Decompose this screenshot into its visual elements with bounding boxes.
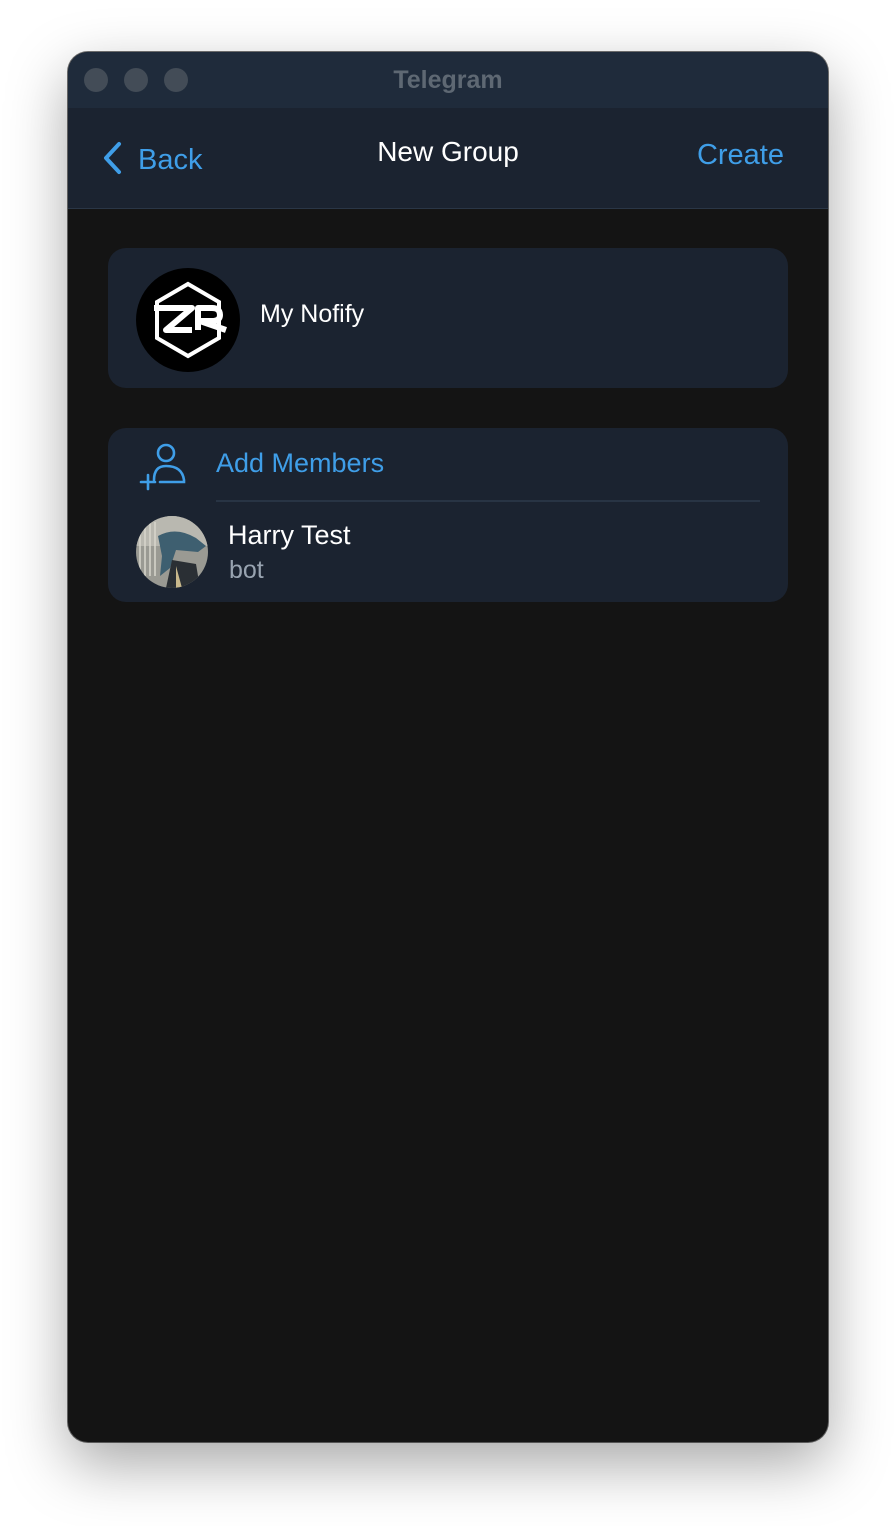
group-info-card: My Nofify bbox=[108, 248, 788, 388]
group-name[interactable]: My Nofify bbox=[260, 300, 364, 329]
avatar bbox=[136, 516, 208, 588]
member-status: bot bbox=[229, 556, 264, 584]
create-button[interactable]: Create bbox=[697, 139, 784, 172]
members-card: Add Members Harry Test bot bbox=[108, 428, 788, 602]
title-bar: Telegram bbox=[68, 52, 828, 108]
window-title: Telegram bbox=[393, 66, 503, 94]
add-members-button[interactable]: Add Members bbox=[108, 428, 788, 500]
app-window: Telegram Back New Group Create My Nofify bbox=[68, 52, 828, 1442]
add-person-icon bbox=[138, 440, 190, 492]
navigation-bar: Back New Group Create bbox=[68, 108, 828, 209]
group-avatar[interactable] bbox=[136, 268, 240, 372]
add-members-label: Add Members bbox=[216, 448, 385, 478]
member-name: Harry Test bbox=[228, 520, 351, 550]
zr-logo-icon bbox=[136, 268, 240, 372]
member-list-item[interactable]: Harry Test bot bbox=[108, 502, 788, 602]
